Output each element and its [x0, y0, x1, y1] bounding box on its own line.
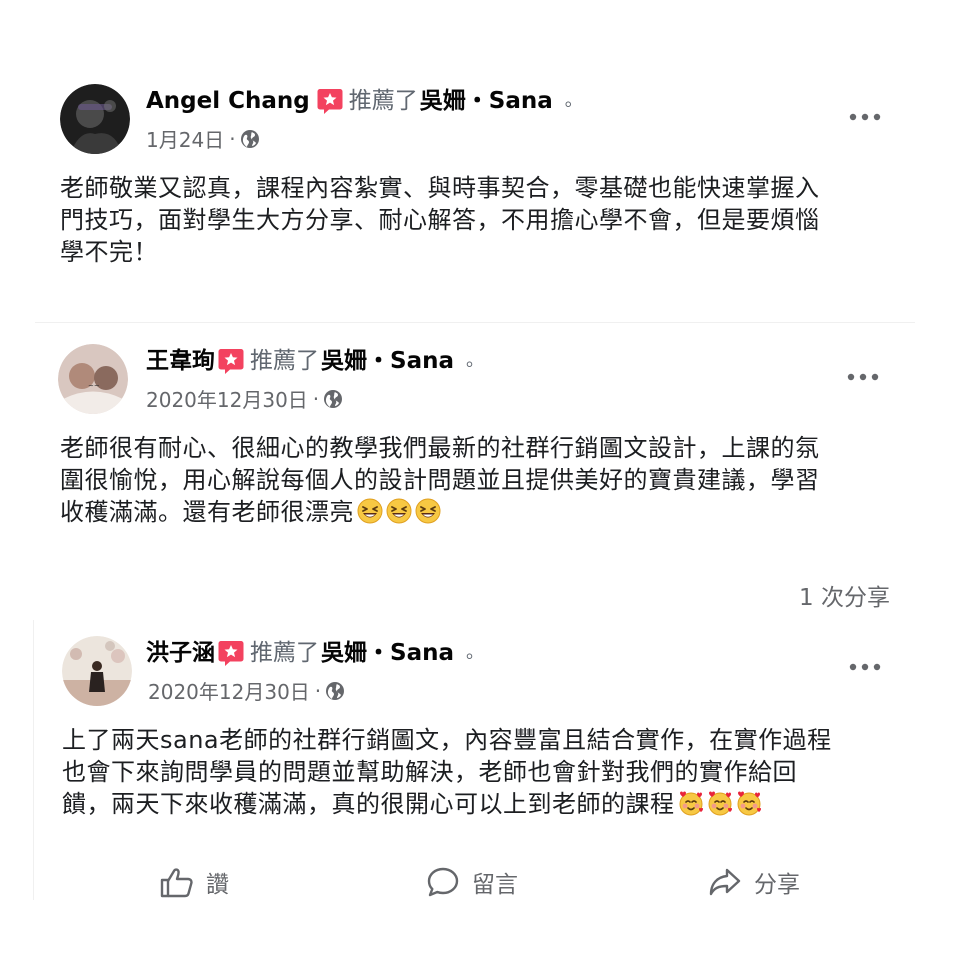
- smiling-face-with-hearts-emoji: [736, 790, 762, 816]
- page-name[interactable]: 吳姍・Sana: [321, 638, 454, 668]
- author-name[interactable]: 洪子涵: [146, 638, 215, 668]
- post-text-line: 收穫滿滿。還有老師很漂亮: [60, 496, 920, 528]
- post-date[interactable]: 1月24日: [146, 124, 224, 153]
- divider: [35, 322, 915, 323]
- grinning-squinting-face-emoji: [415, 498, 441, 524]
- post-text-line: 上了兩天sana老師的社群行銷圖文，內容豐富且結合實作，在實作過程: [62, 726, 832, 754]
- globe-icon: [240, 129, 260, 149]
- meta-separator: ·: [312, 386, 320, 411]
- avatar[interactable]: ~~: [58, 344, 128, 414]
- share-arrow-icon: [709, 868, 741, 896]
- post-meta: 2020年12月30日 ·: [148, 676, 345, 705]
- share-label: 分享: [754, 872, 800, 898]
- smiling-face-with-hearts-emoji: [707, 790, 733, 816]
- end-mark: 。: [465, 642, 484, 663]
- post-text-line: 學不完！: [60, 238, 158, 266]
- smiling-face-with-hearts-emoji: [678, 790, 704, 816]
- recommend-text: 推薦了: [250, 348, 319, 374]
- post-header: Angel Chang 推薦了 吳姍・Sana 。: [146, 86, 583, 116]
- avatar[interactable]: [62, 636, 132, 706]
- star-speech-bubble-icon: [218, 640, 244, 667]
- star-speech-bubble-icon: [317, 88, 343, 115]
- star-speech-bubble-icon: [218, 348, 244, 375]
- post-text-line: 饋，兩天下來收穫滿滿，真的很開心可以上到老師的課程: [62, 788, 922, 820]
- post-header: 洪子涵 推薦了 吳姍・Sana 。: [146, 638, 484, 668]
- grinning-squinting-face-emoji: [386, 498, 412, 524]
- globe-icon: [323, 389, 343, 409]
- post-body: 老師很有耐心、很細心的教學我們最新的社群行銷圖文設計，上課的氛 圍很愉悅，用心解…: [60, 432, 920, 528]
- svg-text:~~: ~~: [88, 382, 100, 390]
- post-text-line: 門技巧，面對學生大方分享、耐心解答，不用擔心學不會，但是要煩惱: [60, 206, 820, 234]
- thumbs-up-icon: [160, 868, 193, 898]
- recommend-text: 推薦了: [348, 88, 418, 114]
- more-options-icon[interactable]: [848, 662, 882, 672]
- end-mark: 。: [564, 90, 583, 111]
- post-header: 王韋珣 推薦了 吳姍・Sana 。: [146, 346, 484, 376]
- share-button[interactable]: 分享: [708, 858, 800, 906]
- post-body: 老師敬業又認真，課程內容紮實、與時事契合，零基礎也能快速掌握入 門技巧，面對學生…: [60, 172, 920, 268]
- post-meta: 1月24日 ·: [146, 124, 260, 153]
- page-name[interactable]: 吳姍・Sana: [420, 86, 553, 116]
- comment-label: 留言: [472, 872, 518, 898]
- recommend-text: 推薦了: [250, 640, 319, 666]
- post-meta: 2020年12月30日 ·: [146, 384, 343, 413]
- like-button[interactable]: 讚: [160, 858, 229, 906]
- avatar[interactable]: [60, 84, 130, 154]
- post-text-line: 老師很有耐心、很細心的教學我們最新的社群行銷圖文設計，上課的氛: [60, 434, 820, 462]
- author-name[interactable]: 王韋珣: [146, 346, 215, 376]
- author-name[interactable]: Angel Chang: [146, 86, 310, 116]
- share-count[interactable]: 1 次分享: [799, 578, 890, 612]
- post-text-content: 收穫滿滿。還有老師很漂亮: [60, 498, 354, 526]
- meta-separator: ·: [229, 126, 236, 151]
- comment-bubble-icon: [427, 867, 459, 897]
- like-label: 讚: [206, 872, 229, 898]
- post-text-line: 也會下來詢問學員的問題並幫助解決，老師也會針對我們的實作給回: [62, 758, 797, 786]
- post-date[interactable]: 2020年12月30日: [146, 384, 308, 413]
- more-options-icon[interactable]: [848, 112, 882, 122]
- comment-button[interactable]: 留言: [426, 858, 518, 906]
- post-date[interactable]: 2020年12月30日: [148, 676, 310, 705]
- post-text-content: 饋，兩天下來收穫滿滿，真的很開心可以上到老師的課程: [62, 790, 675, 818]
- post-text-line: 圍很愉悅，用心解說每個人的設計問題並且提供美好的寶貴建議，學習: [60, 466, 820, 494]
- end-mark: 。: [465, 350, 484, 371]
- globe-icon: [325, 681, 345, 701]
- post-text-line: 老師敬業又認真，課程內容紮實、與時事契合，零基礎也能快速掌握入: [60, 174, 820, 202]
- meta-separator: ·: [314, 678, 322, 703]
- page-name[interactable]: 吳姍・Sana: [321, 346, 454, 376]
- post-body: 上了兩天sana老師的社群行銷圖文，內容豐富且結合實作，在實作過程 也會下來詢問…: [62, 724, 922, 820]
- more-options-icon[interactable]: [846, 372, 880, 382]
- grinning-squinting-face-emoji: [357, 498, 383, 524]
- action-bar: 讚 留言 分享: [0, 858, 960, 906]
